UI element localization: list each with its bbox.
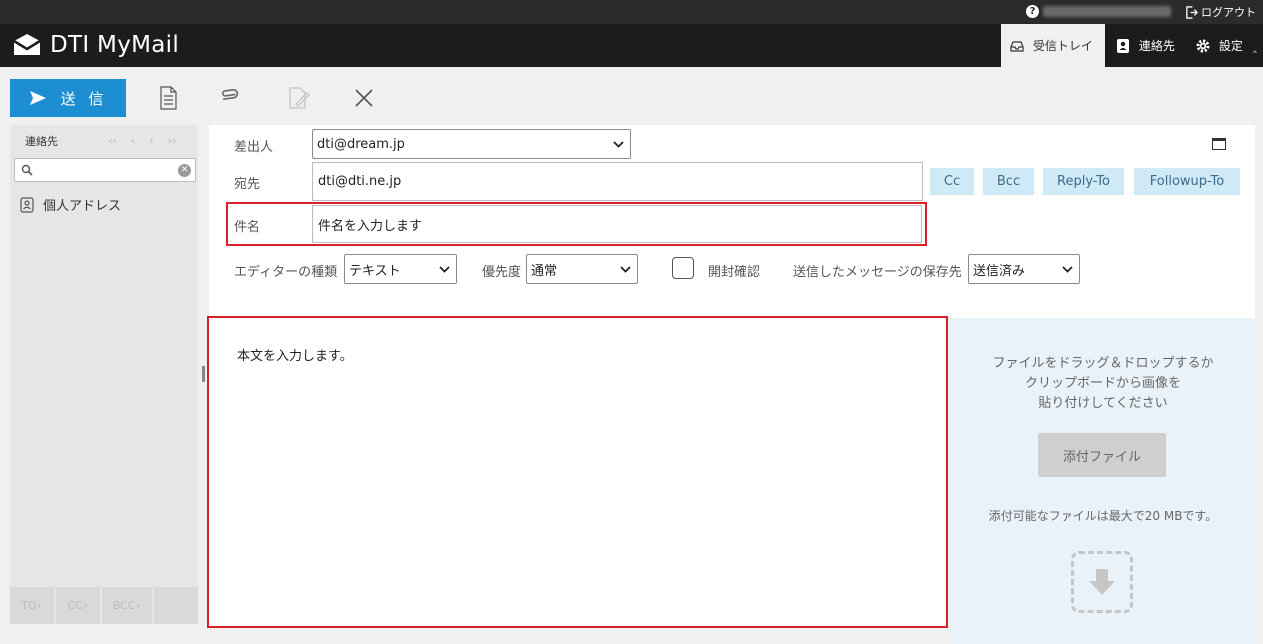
paperclip-icon[interactable] <box>219 84 245 112</box>
download-arrow-icon <box>1089 569 1115 595</box>
priority-label: 優先度 <box>482 265 522 280</box>
add-to-label: TO <box>21 599 37 612</box>
clear-search-icon[interactable]: ✕ <box>178 164 191 177</box>
sidebar-pager: ‹‹ ‹ › ›› <box>108 134 176 147</box>
collapse-header-icon[interactable]: ‸ <box>1253 24 1263 67</box>
close-icon[interactable] <box>351 84 377 112</box>
contacts-sidebar: 連絡先 ‹‹ ‹ › ›› ✕ 個人アドレス <box>10 125 198 624</box>
to-value: dti@dti.ne.jp <box>318 174 402 189</box>
from-select[interactable]: dti@dream.jp <box>312 129 631 159</box>
nav-inbox[interactable]: 受信トレイ <box>1000 24 1105 67</box>
to-field[interactable]: dti@dti.ne.jp <box>312 162 923 201</box>
editor-type-label: エディターの種類 <box>234 265 338 280</box>
followup-to-button[interactable]: Followup-To <box>1134 168 1240 195</box>
contact-icon <box>1116 38 1129 53</box>
document-icon[interactable] <box>155 84 181 112</box>
add-cc-plus: + <box>82 601 89 610</box>
sidebar-item-label: 個人アドレス <box>43 199 122 214</box>
recipient-add-buttons: TO + CC + BCC + <box>10 587 198 624</box>
attachment-instructions: ファイルをドラッグ＆ドロップするか クリップボードから画像を 貼り付けしてくださ… <box>951 354 1255 414</box>
editor-type-value: テキスト <box>349 263 401 279</box>
chevron-down-icon <box>1062 265 1073 273</box>
logout-icon <box>1186 5 1198 19</box>
add-bcc-label: BCC <box>112 599 136 612</box>
address-book-icon <box>20 196 34 213</box>
inbox-icon <box>1010 40 1024 52</box>
from-label: 差出人 <box>234 140 274 155</box>
subject-label: 件名 <box>234 220 261 235</box>
nav-contacts-label: 連絡先 <box>1138 39 1175 53</box>
add-bcc-plus: + <box>135 601 142 610</box>
app-header: DTI MyMail 受信トレイ 連絡先 設定 ‸ <box>0 24 1263 67</box>
from-value: dti@dream.jp <box>317 136 405 152</box>
read-receipt-checkbox[interactable] <box>672 257 694 279</box>
add-bcc-button[interactable]: BCC + <box>102 587 152 624</box>
to-label: 宛先 <box>234 177 261 192</box>
editor-type-select[interactable]: テキスト <box>344 254 457 284</box>
account-email <box>1043 6 1171 17</box>
panel-splitter[interactable] <box>202 366 205 382</box>
logout-label: ログアウト <box>1201 6 1256 19</box>
next-page-icon[interactable]: › <box>149 134 153 147</box>
add-to-button[interactable]: TO + <box>10 587 54 624</box>
chevron-down-icon <box>613 140 624 148</box>
priority-value: 通常 <box>531 263 558 279</box>
gear-icon <box>1196 39 1210 52</box>
add-cc-label: CC <box>67 599 83 612</box>
nav-inbox-label: 受信トレイ <box>1032 39 1093 53</box>
top-bar: ? ログアウト <box>0 0 1263 24</box>
read-receipt-label: 開封確認 <box>708 265 761 280</box>
priority-select[interactable]: 通常 <box>526 254 638 284</box>
sidebar-bottom-spacer <box>154 587 198 624</box>
attach-file-button[interactable]: 添付ファイル <box>1038 433 1166 477</box>
app-title: DTI MyMail <box>50 32 180 58</box>
main-nav: 受信トレイ 連絡先 設定 ‸ <box>1000 24 1263 67</box>
maximize-icon[interactable] <box>1212 138 1226 150</box>
cc-button[interactable]: Cc <box>930 168 974 195</box>
chevron-down-icon <box>439 265 450 273</box>
search-icon <box>21 164 33 176</box>
send-button[interactable]: 送 信 <box>10 79 126 117</box>
contact-search-input[interactable]: ✕ <box>14 158 196 182</box>
first-page-icon[interactable]: ‹‹ <box>108 134 117 147</box>
nav-settings[interactable]: 設定 <box>1185 24 1253 67</box>
help-icon[interactable]: ? <box>1026 5 1039 18</box>
sent-folder-value: 送信済み <box>973 263 1026 279</box>
add-cc-button[interactable]: CC + <box>56 587 100 624</box>
chevron-down-icon <box>620 265 631 273</box>
reply-to-button[interactable]: Reply-To <box>1043 168 1124 195</box>
attachment-limit-text: 添付可能なファイルは最大で20 MBです。 <box>988 509 1218 523</box>
prev-page-icon[interactable]: ‹ <box>131 134 135 147</box>
attachment-instruction-line: ファイルをドラッグ＆ドロップするか <box>992 356 1214 371</box>
message-body-text: 本文を入力します。 <box>237 349 353 364</box>
sidebar-title: 連絡先 <box>25 135 58 148</box>
add-to-plus: + <box>36 601 43 610</box>
logout-button[interactable]: ログアウト <box>1185 4 1256 20</box>
bcc-button[interactable]: Bcc <box>983 168 1034 195</box>
sidebar-item-personal-address[interactable]: 個人アドレス <box>20 195 121 214</box>
attachment-instruction-line: クリップボードから画像を <box>1024 376 1181 391</box>
edit-icon[interactable] <box>285 84 311 112</box>
envelope-logo-icon <box>13 34 41 55</box>
sent-folder-select[interactable]: 送信済み <box>968 254 1080 284</box>
attachment-instruction-line: 貼り付けしてください <box>1038 396 1168 411</box>
subject-value: 件名を入力します <box>318 218 423 234</box>
drop-zone[interactable] <box>1071 551 1133 613</box>
app-logo[interactable]: DTI MyMail <box>12 32 179 58</box>
nav-contacts[interactable]: 連絡先 <box>1105 24 1185 67</box>
last-page-icon[interactable]: ›› <box>168 134 177 147</box>
attachment-panel[interactable]: ファイルをドラッグ＆ドロップするか クリップボードから画像を 貼り付けしてくださ… <box>951 318 1255 644</box>
sent-folder-label: 送信したメッセージの保存先 <box>793 265 962 280</box>
send-icon <box>29 91 46 105</box>
send-label: 送 信 <box>60 89 108 108</box>
nav-settings-label: 設定 <box>1218 39 1243 53</box>
subject-input[interactable]: 件名を入力します <box>312 205 922 243</box>
